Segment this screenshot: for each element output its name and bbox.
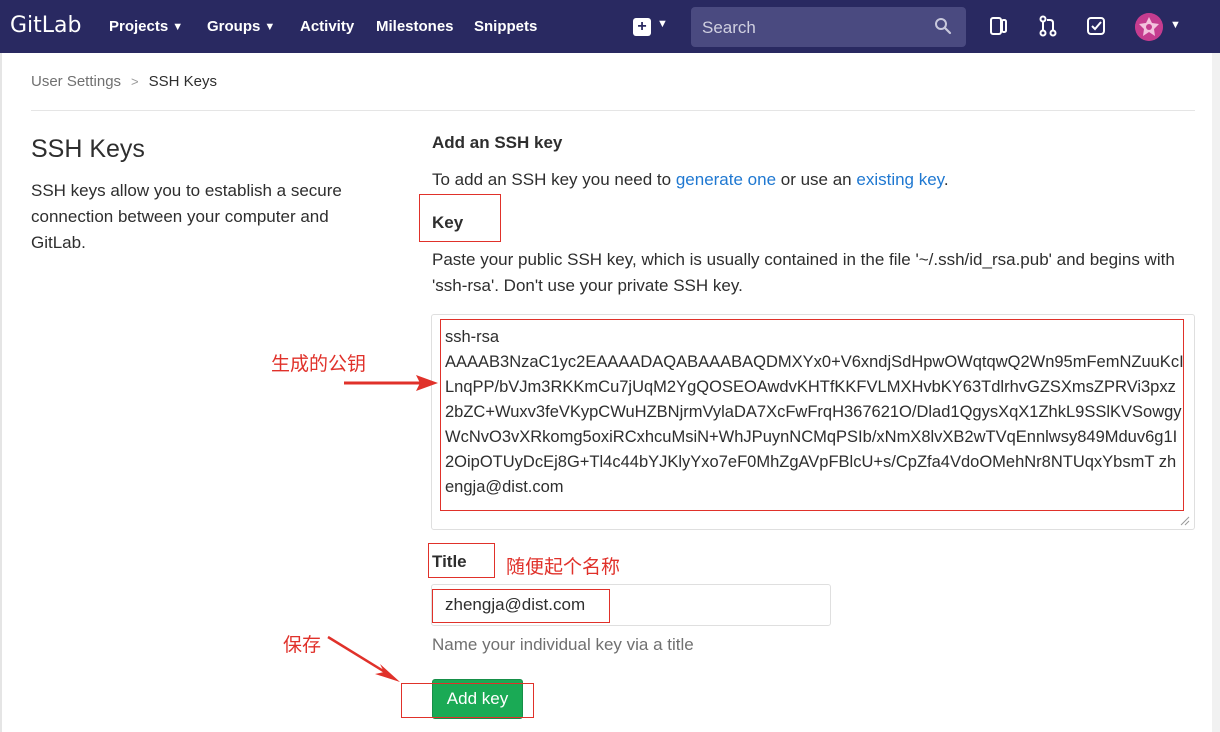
chevron-down-icon: ▼ (172, 21, 183, 33)
search-placeholder: Search (702, 18, 756, 38)
key-label-highlight-box (419, 194, 501, 242)
chevron-down-icon[interactable]: ▼ (1170, 19, 1181, 31)
key-textarea-highlight-box (440, 319, 1184, 511)
add-key-highlight-box (401, 683, 534, 718)
generate-one-link[interactable]: generate one (676, 170, 776, 189)
arrow-to-textarea (344, 375, 438, 391)
nav-projects[interactable]: Projects ▼ (109, 18, 183, 35)
intro-middle: or use an (776, 170, 856, 189)
top-navbar: GitLab Projects ▼ Groups ▼ Activity Milest… (0, 0, 1220, 53)
issues-icon[interactable] (989, 15, 1009, 37)
page-title: SSH Keys (31, 135, 145, 164)
form-heading: Add an SSH key (432, 133, 562, 153)
arrow-to-add-key (328, 637, 400, 682)
todos-icon[interactable] (1086, 15, 1106, 37)
title-help-text: Name your individual key via a title (432, 635, 694, 655)
nav-groups-label: Groups (207, 18, 260, 35)
annotation-any-name: 随便起个名称 (506, 552, 620, 579)
nav-milestones[interactable]: Milestones (376, 18, 454, 35)
breadcrumb: User Settings > SSH Keys (31, 73, 217, 90)
nav-projects-label: Projects (109, 18, 168, 35)
search-input[interactable]: Search (691, 7, 966, 47)
breadcrumb-user-settings[interactable]: User Settings (31, 73, 121, 90)
gitlab-logo[interactable]: GitLab (10, 13, 82, 38)
annotation-save: 保存 (283, 630, 321, 657)
merge-requests-icon[interactable] (1038, 15, 1058, 37)
existing-key-link[interactable]: existing key (856, 170, 944, 189)
title-label-highlight-box (428, 543, 495, 578)
resize-grip-icon[interactable] (1180, 516, 1190, 526)
breadcrumb-ssh-keys[interactable]: SSH Keys (149, 73, 217, 90)
chevron-down-icon[interactable]: ▼ (657, 18, 668, 30)
page-edge (0, 53, 2, 732)
new-item-plus-icon[interactable]: + (633, 18, 651, 36)
page-description: SSH keys allow you to establish a secure… (31, 178, 371, 256)
key-help-text: Paste your public SSH key, which is usua… (432, 247, 1202, 299)
search-icon (934, 17, 952, 35)
user-avatar[interactable] (1135, 13, 1163, 41)
intro-suffix: . (944, 170, 949, 189)
chevron-right-icon: > (131, 74, 139, 89)
nav-snippets[interactable]: Snippets (474, 18, 537, 35)
form-intro: To add an SSH key you need to generate o… (432, 170, 949, 190)
chevron-down-icon: ▼ (264, 21, 275, 33)
annotation-public-key: 生成的公钥 (271, 349, 366, 376)
title-input-highlight-box (432, 589, 610, 623)
scrollbar[interactable] (1212, 53, 1220, 732)
intro-prefix: To add an SSH key you need to (432, 170, 676, 189)
nav-groups[interactable]: Groups ▼ (207, 18, 275, 35)
divider (31, 110, 1195, 111)
nav-activity[interactable]: Activity (300, 18, 354, 35)
